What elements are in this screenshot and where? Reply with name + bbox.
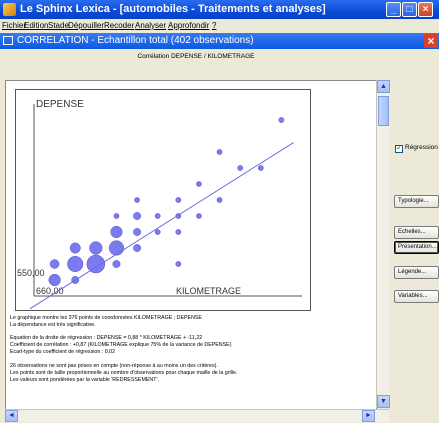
- info-std-error: Ecart-type du coefficient de régression …: [10, 349, 116, 355]
- scatter-chart: DEPENSE KILOMETRAGE 660,00 550,00: [15, 89, 311, 311]
- regression-line: [29, 141, 295, 310]
- menu-edition[interactable]: Edition: [24, 21, 48, 30]
- x-axis-label: KILOMETRAGE: [176, 286, 241, 296]
- horizontal-scrollbar[interactable]: ◄ ►: [5, 409, 389, 422]
- result-panel: DEPENSE KILOMETRAGE 660,00 550,00 Le gra…: [5, 80, 377, 410]
- menu-approfondir[interactable]: Approfondir: [168, 21, 209, 30]
- data-point-25: [237, 165, 244, 171]
- data-point-26: [216, 149, 223, 155]
- maximize-button[interactable]: □: [402, 2, 417, 17]
- options-side-panel: Régression Typologie... Echelles... Prés…: [392, 50, 439, 423]
- data-point-9: [133, 244, 142, 252]
- info-significance: La dépendance est très significative.: [10, 322, 96, 328]
- menu-stade[interactable]: Stade: [48, 21, 69, 30]
- data-point-5: [112, 260, 121, 268]
- app-title-bar: Le Sphinx Lexica - [automobiles - Traite…: [0, 0, 439, 19]
- data-point-0: [48, 273, 61, 287]
- data-point-8: [108, 240, 125, 256]
- info-regression-equation: Equation de la droite de régression : DE…: [10, 335, 203, 341]
- scroll-right-arrow-icon[interactable]: ►: [362, 410, 375, 422]
- data-point-6: [69, 242, 81, 254]
- sphinx-app-icon: [3, 3, 16, 16]
- presentation-button[interactable]: Présentation...: [394, 241, 439, 254]
- info-point-size: Les points sont de taille proportionnell…: [10, 370, 238, 376]
- x-min-label: 660,00: [36, 286, 64, 296]
- regression-checkbox-label: Régression: [405, 144, 438, 151]
- close-button[interactable]: ×: [418, 2, 433, 17]
- data-point-16: [154, 213, 161, 219]
- app-title: Le Sphinx Lexica - [automobiles - Traite…: [20, 3, 326, 15]
- variables-button[interactable]: Variables...: [394, 290, 439, 303]
- child-window-title: CORRELATION - Echantillon total (402 obs…: [17, 35, 254, 46]
- regression-checkbox[interactable]: [395, 143, 403, 153]
- data-point-15: [133, 212, 142, 220]
- vertical-scrollbar[interactable]: ▲ ▼: [376, 80, 390, 408]
- menu-depouiller[interactable]: Dépouiller: [68, 21, 104, 30]
- menu-fichier[interactable]: Fichier: [2, 21, 26, 30]
- data-point-27: [278, 117, 285, 123]
- y-axis-label: DEPENSE: [36, 99, 84, 110]
- scatter-chart-svg: DEPENSE KILOMETRAGE 660,00 550,00: [17, 99, 302, 310]
- child-close-button[interactable]: ×: [424, 34, 438, 48]
- data-point-23: [257, 165, 264, 171]
- data-point-2: [49, 259, 60, 269]
- scroll-down-arrow-icon[interactable]: ▼: [377, 395, 390, 408]
- data-point-22: [196, 181, 202, 187]
- data-point-21: [216, 197, 223, 203]
- vertical-scroll-thumb[interactable]: [378, 96, 389, 126]
- info-missing: 26 observations ne sont pas prises en co…: [10, 363, 218, 369]
- scroll-up-arrow-icon[interactable]: ▲: [377, 80, 390, 93]
- data-point-13: [175, 229, 182, 235]
- window-icon: [3, 36, 13, 45]
- y-min-label: 550,00: [17, 268, 45, 278]
- info-points-count: Le graphique montre les 376 points de co…: [10, 315, 202, 321]
- data-point-10: [110, 225, 123, 239]
- chart-header: Corrélation DEPENSE / KILOMETRAGE: [137, 53, 255, 60]
- data-point-19: [134, 197, 140, 203]
- data-point-11: [133, 228, 142, 236]
- info-correlation: Coefficient de corrélation : +0,87 (KILO…: [10, 342, 232, 348]
- menu-recoder[interactable]: Recoder: [104, 21, 134, 30]
- data-point-12: [154, 229, 161, 235]
- data-point-20: [175, 197, 182, 203]
- echelles-button[interactable]: Echelles...: [394, 226, 439, 239]
- data-point-14: [113, 213, 120, 219]
- scroll-left-arrow-icon[interactable]: ◄: [5, 410, 18, 422]
- data-point-3: [67, 255, 84, 273]
- data-point-7: [89, 241, 103, 255]
- legende-button[interactable]: Légende...: [394, 266, 439, 279]
- data-point-24: [175, 261, 182, 267]
- typologie-button[interactable]: Typologie...: [394, 195, 439, 208]
- menu-analyser[interactable]: Analyser: [135, 21, 166, 30]
- data-point-18: [196, 213, 202, 219]
- data-point-4: [86, 254, 106, 274]
- minimize-button[interactable]: _: [386, 2, 401, 17]
- menu-help[interactable]: ?: [212, 21, 216, 30]
- child-window-title-bar: CORRELATION - Echantillon total (402 obs…: [0, 33, 439, 49]
- menu-bar: Fichier Edition Stade Dépouiller Recoder…: [0, 19, 439, 32]
- info-weighting: Les valeurs sont pondérées par la variab…: [10, 377, 159, 383]
